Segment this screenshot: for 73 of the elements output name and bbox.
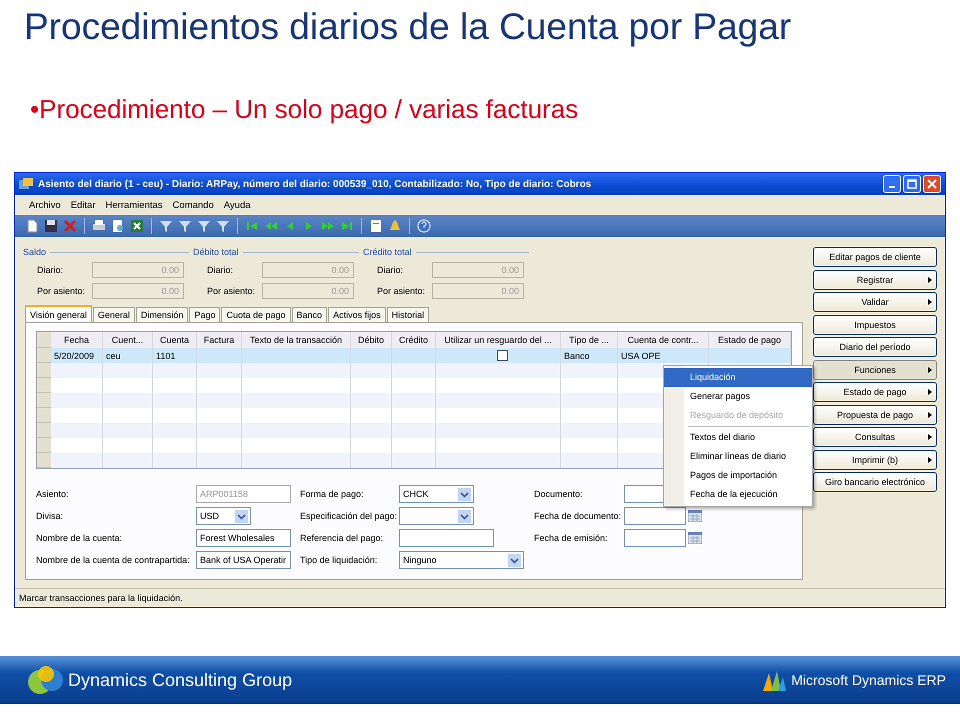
field-label: Fecha de documento: bbox=[534, 511, 622, 521]
action-button[interactable]: Funciones bbox=[813, 360, 937, 380]
menu-item[interactable]: Ayuda bbox=[224, 200, 251, 210]
menu-item[interactable]: Archivo bbox=[29, 200, 61, 210]
dropdown[interactable]: CHCK bbox=[399, 485, 474, 503]
field-label: Por asiento: bbox=[207, 286, 256, 296]
field-label: Diario: bbox=[207, 264, 234, 274]
field-label: Especificación del pago: bbox=[300, 511, 398, 521]
field-label: Referencia del pago: bbox=[300, 533, 384, 543]
table-cell: Banco bbox=[564, 350, 590, 360]
field-label: Forma de pago: bbox=[300, 489, 365, 499]
input-field[interactable]: Bank of USA Operatir bbox=[196, 551, 291, 569]
field-label: Diario: bbox=[377, 264, 404, 274]
tab[interactable]: Activos fijos bbox=[328, 307, 386, 322]
action-button[interactable]: Editar pagos de cliente bbox=[813, 247, 937, 267]
menu-item[interactable]: Pagos de importación bbox=[664, 466, 812, 485]
table-cell: USA OPE bbox=[621, 350, 661, 360]
tab[interactable]: Visión general bbox=[25, 305, 92, 322]
window-title: Asiento del diario (1 - ceu) - Diario: ARPay, número del diario: 000539_010, Contabilizado: No, Tipo de diario: Cobros bbox=[38, 178, 592, 190]
menu-item[interactable]: Herramientas bbox=[106, 200, 163, 210]
total-field: 0.00 bbox=[92, 262, 184, 278]
group-heading: Débito total bbox=[193, 247, 239, 257]
action-button[interactable]: Diario del período bbox=[813, 337, 937, 357]
table-cell: 1101 bbox=[156, 350, 176, 360]
field-label: Nombre de la cuenta de contrapartida: bbox=[36, 555, 191, 565]
field-label: Diario: bbox=[37, 264, 64, 274]
field-label: Fecha de emisión: bbox=[534, 533, 609, 543]
menu-item[interactable]: Fecha de la ejecución bbox=[664, 485, 812, 504]
field-label: Asiento: bbox=[36, 489, 70, 499]
bullet-text: •Procedimiento – Un solo pago / varias facturas bbox=[30, 94, 580, 124]
tab[interactable]: Cuota de pago bbox=[221, 307, 291, 322]
menu-item[interactable]: Eliminar líneas de diario bbox=[664, 447, 812, 466]
product-name: Microsoft Dynamics ERP bbox=[791, 672, 946, 688]
tab[interactable]: Pago bbox=[189, 307, 220, 322]
total-field: 0.00 bbox=[92, 282, 184, 298]
field-label: Por asiento: bbox=[37, 286, 86, 296]
table-cell: 5/20/2009 bbox=[54, 350, 94, 360]
tab[interactable]: Dimensión bbox=[136, 307, 188, 322]
group-heading: Saldo bbox=[23, 247, 46, 257]
grid-row[interactable]: 5/20/2009 ceu 1101 Banco USA OPE bbox=[37, 348, 791, 363]
menu-item[interactable]: Generar pagos bbox=[664, 387, 812, 406]
total-field: 0.00 bbox=[262, 282, 354, 298]
status-text: Marcar transacciones para la liquidación. bbox=[19, 593, 183, 603]
dropdown[interactable]: USD bbox=[196, 507, 251, 525]
menu-item[interactable]: Textos del diario bbox=[664, 428, 812, 447]
tab[interactable]: Historial bbox=[386, 307, 430, 322]
action-button[interactable]: Estado de pago bbox=[813, 382, 937, 402]
tab[interactable]: Banco bbox=[292, 307, 328, 322]
field-label: Nombre de la cuenta: bbox=[36, 533, 124, 543]
company-name: Dynamics Consulting Group bbox=[68, 670, 294, 690]
action-button[interactable]: Giro bancario electrónico bbox=[813, 472, 937, 492]
table-cell: ceu bbox=[106, 350, 121, 360]
group-heading: Crédito total bbox=[363, 247, 412, 257]
action-button[interactable]: Validar bbox=[813, 292, 937, 312]
action-button[interactable]: Registrar bbox=[813, 270, 937, 290]
action-button[interactable]: Impuestos bbox=[813, 314, 937, 334]
total-field: 0.00 bbox=[432, 282, 524, 298]
action-button[interactable]: Propuesta de pago bbox=[813, 404, 937, 424]
total-field: 0.00 bbox=[262, 262, 354, 278]
menu-item[interactable]: Liquidación bbox=[664, 368, 812, 387]
dropdown[interactable]: Ninguno bbox=[399, 551, 524, 569]
slide-title: Procedimientos diarios de la Cuenta por Pagar bbox=[24, 6, 792, 48]
input-field[interactable]: Forest Wholesales bbox=[196, 529, 291, 547]
field-label: Por asiento: bbox=[377, 286, 426, 296]
field-label: Tipo de liquidación: bbox=[300, 555, 378, 565]
total-field: 0.00 bbox=[432, 262, 524, 278]
menu-item[interactable]: Comando bbox=[172, 200, 214, 210]
field-label: Divisa: bbox=[36, 511, 64, 521]
menu-item[interactable]: Editar bbox=[70, 200, 96, 210]
tab[interactable]: General bbox=[92, 307, 135, 322]
action-button[interactable]: Consultas bbox=[813, 427, 937, 447]
action-button[interactable]: Imprimir (b) bbox=[813, 450, 937, 470]
field-label: Documento: bbox=[534, 489, 584, 499]
